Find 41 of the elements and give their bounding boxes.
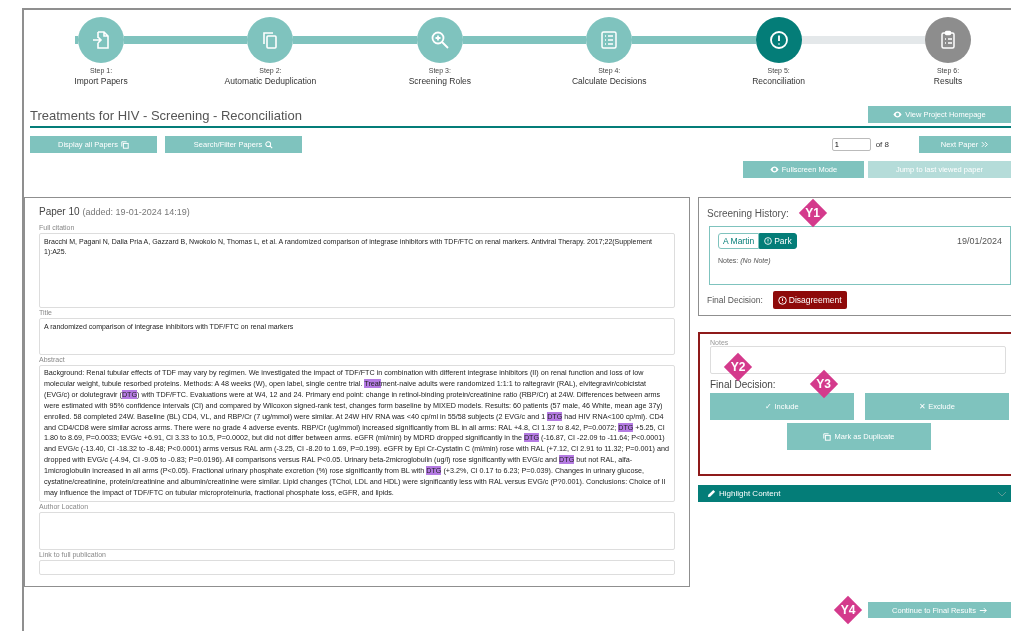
step-circle[interactable] (586, 17, 633, 63)
chevron-icon (997, 490, 1007, 497)
highlight-content-bar[interactable]: Highlight Content (698, 485, 1011, 502)
disagreement-badge: Disagreement (772, 291, 847, 309)
copy-icon (121, 140, 129, 149)
page-title: Treatments for HIV - Screening - Reconciliation (30, 107, 302, 123)
reviewer-tag: Park (759, 233, 797, 249)
step-circle[interactable] (247, 17, 294, 63)
step-label: Results (933, 76, 963, 86)
zoom-in-icon (429, 30, 450, 50)
step-circle[interactable] (925, 17, 972, 63)
notes-field[interactable] (710, 346, 1006, 374)
double-chevron-icon (981, 141, 990, 148)
step-circle[interactable] (755, 17, 802, 63)
eye-icon (769, 166, 779, 173)
step-label: Calculate Decisions (571, 76, 647, 86)
import-icon (91, 30, 111, 50)
page-count: of 8 (875, 140, 889, 149)
step-label: Reconciliation (752, 76, 806, 86)
pencil-icon (707, 489, 716, 498)
checklist-icon (599, 30, 620, 50)
step-circle[interactable] (416, 17, 463, 63)
history-title: Screening History: (707, 207, 789, 219)
input-field[interactable] (39, 511, 675, 550)
paper-heading: Paper 10 (39, 206, 80, 217)
step-label: Screening Roles (408, 76, 471, 86)
step-circle[interactable] (78, 17, 124, 63)
eye-icon (893, 111, 903, 118)
step-label: Automatic Deduplication (224, 76, 317, 86)
entry-date: 19/01/2024 (956, 236, 1002, 246)
arrow-icon (978, 606, 987, 614)
alert-icon (768, 30, 789, 50)
search-icon (265, 140, 274, 149)
alert-icon (764, 237, 773, 245)
alert-icon (777, 295, 787, 305)
added-date: (added: 19-01-2024 14:19) (82, 207, 190, 217)
input-field[interactable] (39, 559, 675, 575)
final-decision-label: Final Decision: (710, 378, 776, 390)
final-decision-label: Final Decision: (707, 295, 763, 305)
step-label: Import Papers (74, 76, 128, 86)
copy-icon (823, 432, 832, 441)
